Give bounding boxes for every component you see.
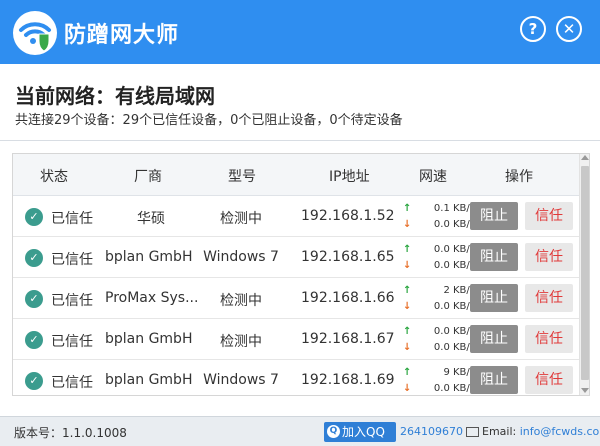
upload-speed: ↑ 2 KB/s [403,285,475,296]
header-speed: 网速 [419,169,447,185]
row-status: 已信任 [51,334,93,350]
block-button[interactable]: 阻止 [470,284,518,312]
email-link[interactable]: info@fcwds.com [520,425,600,438]
app-title: 防蹭网大师 [64,23,180,48]
help-icon: ? [528,20,538,38]
wifi-shield-logo-icon [13,11,57,55]
table-row: ✓ 已信任 ProMax Sys... 检测中 192.168.1.66 ↑ 2 … [13,279,579,319]
table-row: ✓ 已信任 华硕 检测中 192.168.1.52 ↑ 0.1 KB/s ↓ 0.0… [13,197,579,237]
row-model: 检测中 [220,334,262,350]
row-vendor: ProMax Sys... [105,290,197,306]
upload-arrow-icon: ↑ [403,203,412,214]
row-model: 检测中 [220,211,262,227]
table-row: ✓ 已信任 bplan GmbH 检测中 192.168.1.67 ↑ 0.0 K… [13,320,579,360]
network-summary: 共连接29个设备：29个已信任设备，0个已阻止设备，0个待定设备 [15,113,403,128]
close-button[interactable]: ✕ [556,16,582,42]
scroll-up-arrow-icon[interactable] [581,155,589,160]
upload-arrow-icon: ↑ [403,285,412,296]
check-circle-icon: ✓ [25,331,43,349]
help-button[interactable]: ? [520,16,546,42]
trust-button[interactable]: 信任 [525,202,573,230]
block-button[interactable]: 阻止 [470,366,518,394]
row-ip: 192.168.1.66 [301,290,395,306]
row-ip: 192.168.1.67 [301,331,395,347]
header-actions: 操作 [505,169,533,185]
row-model: Windows 7 [203,249,279,265]
upload-arrow-icon: ↑ [403,244,412,255]
mail-icon [466,427,479,437]
header-vendor: 厂商 [134,169,162,185]
check-circle-icon: ✓ [25,208,43,226]
close-icon: ✕ [562,20,576,38]
qq-group-number[interactable]: 264109670 [400,425,463,438]
upload-arrow-icon: ↑ [403,367,412,378]
download-speed: ↓ 0.0 KB/s [403,301,475,312]
device-table: 状态 厂商 型号 IP地址 网速 操作 ✓ 已信任 华硕 检测中 192.168… [12,153,590,396]
check-circle-icon: ✓ [25,372,43,390]
title-bar: 防蹭网大师 ? ✕ [0,0,600,64]
scroll-down-arrow-icon[interactable] [581,388,589,393]
row-model: Windows 7 [203,372,279,388]
download-arrow-icon: ↓ [403,219,412,230]
table-row: ✓ 已信任 bplan GmbH Windows 7 192.168.1.65 … [13,238,579,278]
trust-button[interactable]: 信任 [525,243,573,271]
scroll-thumb[interactable] [581,166,589,380]
email-contact: Email: info@fcwds.com [482,425,600,438]
block-button[interactable]: 阻止 [470,243,518,271]
row-status: 已信任 [51,375,93,391]
check-circle-icon: ✓ [25,290,43,308]
trust-button[interactable]: 信任 [525,325,573,353]
header-ip: IP地址 [329,169,370,185]
download-speed: ↓ 0.0 KB/s [403,342,475,353]
upload-arrow-icon: ↑ [403,326,412,337]
network-title: 当前网络：有线局域网 [15,84,215,108]
download-arrow-icon: ↓ [403,342,412,353]
row-status: 已信任 [51,252,93,268]
download-arrow-icon: ↓ [403,383,412,394]
download-speed: ↓ 0.0 KB/s [403,383,475,394]
join-qq-group-button[interactable]: Q 加入QQ群 [324,422,396,446]
table-row: ✓ 已信任 bplan GmbH Windows 7 192.168.1.69 … [13,361,579,395]
row-vendor: bplan GmbH [105,372,193,388]
check-circle-icon: ✓ [25,249,43,267]
row-ip: 192.168.1.52 [301,208,395,224]
block-button[interactable]: 阻止 [470,202,518,230]
download-speed: ↓ 0.0 KB/s [403,260,475,271]
vertical-scrollbar[interactable] [579,154,589,395]
trust-button[interactable]: 信任 [525,366,573,394]
upload-speed: ↑ 0.0 KB/s [403,244,475,255]
upload-speed: ↑ 0.1 KB/s [403,203,475,214]
trust-button[interactable]: 信任 [525,284,573,312]
header-model: 型号 [228,169,256,185]
row-ip: 192.168.1.65 [301,249,395,265]
header-status: 状态 [40,169,68,185]
download-arrow-icon: ↓ [403,301,412,312]
join-qq-label: 加入QQ群 [342,425,385,446]
row-model: 检测中 [220,293,262,309]
row-status: 已信任 [51,211,93,227]
block-button[interactable]: 阻止 [470,325,518,353]
upload-speed: ↑ 0.0 KB/s [403,326,475,337]
row-vendor: 华硕 [137,211,165,227]
upload-speed: ↑ 9 KB/s [403,367,475,378]
qq-penguin-icon: Q [327,425,340,438]
row-ip: 192.168.1.69 [301,372,395,388]
row-status: 已信任 [51,293,93,309]
version-label: 版本号：1.1.0.1008 [14,426,127,440]
download-speed: ↓ 0.0 KB/s [403,219,475,230]
table-header: 状态 厂商 型号 IP地址 网速 操作 [13,154,579,196]
divider [0,140,600,141]
download-arrow-icon: ↓ [403,260,412,271]
row-vendor: bplan GmbH [105,249,193,265]
email-label: Email: [482,425,520,438]
status-bar: 版本号：1.1.0.1008 Q 加入QQ群 264109670 Email: … [0,416,600,446]
row-vendor: bplan GmbH [105,331,193,347]
